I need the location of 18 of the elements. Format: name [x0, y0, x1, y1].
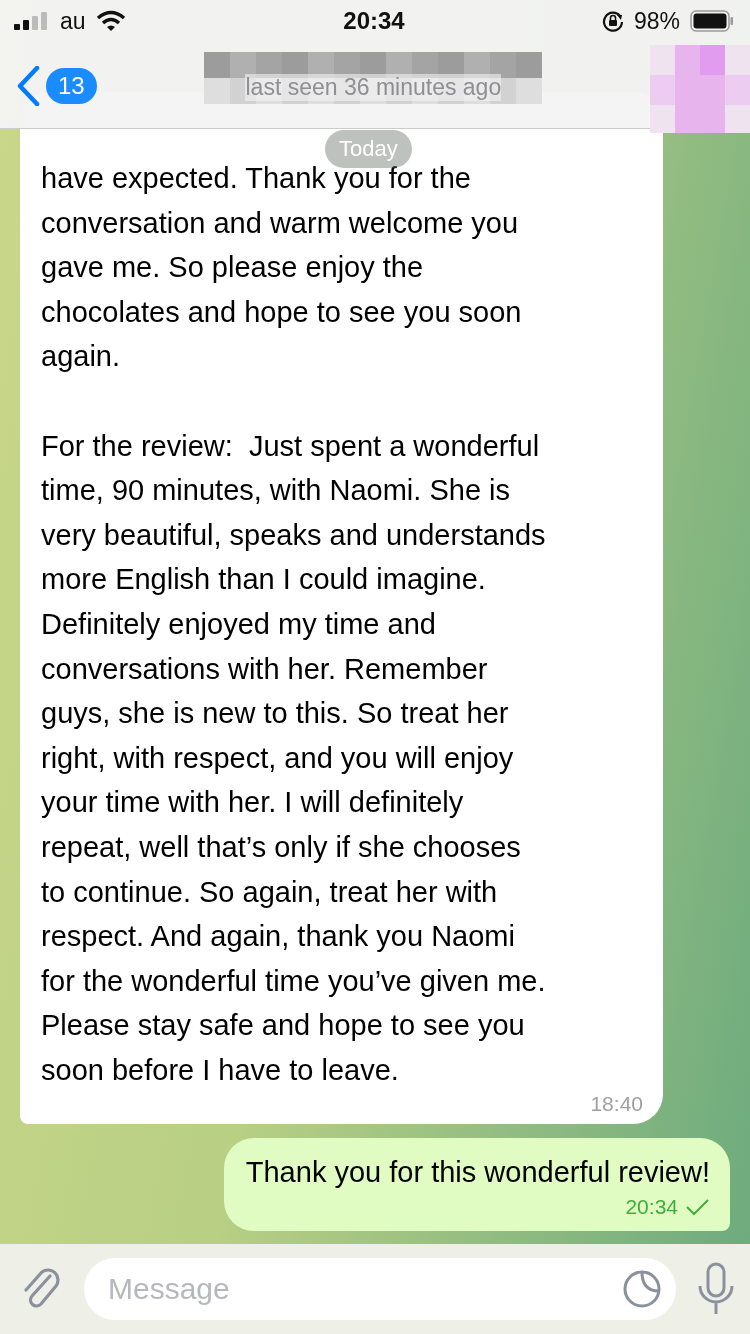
chevron-left-icon: [16, 66, 40, 106]
sticker-icon[interactable]: [622, 1269, 662, 1309]
carrier-name: au: [60, 7, 86, 35]
message-input-field[interactable]: Message: [84, 1258, 676, 1320]
signal-icon: [14, 12, 50, 30]
wifi-icon: [95, 10, 126, 32]
rotation-lock-icon: [601, 10, 624, 32]
microphone-icon[interactable]: [696, 1262, 736, 1316]
message-time: 20:34: [625, 1195, 678, 1220]
message-text: Thank you for this wonderful review!: [245, 1155, 710, 1191]
unread-badge: 13: [46, 68, 97, 104]
message-time: 18:40: [590, 1092, 643, 1117]
back-button[interactable]: 13: [0, 64, 97, 108]
clock: 20:34: [343, 7, 405, 35]
battery-percent: 98%: [633, 7, 680, 35]
last-seen-status: last seen 36 minutes ago: [245, 74, 502, 101]
battery-icon: [690, 10, 734, 32]
pixelated-avatar-drawing[interactable]: [650, 45, 750, 133]
